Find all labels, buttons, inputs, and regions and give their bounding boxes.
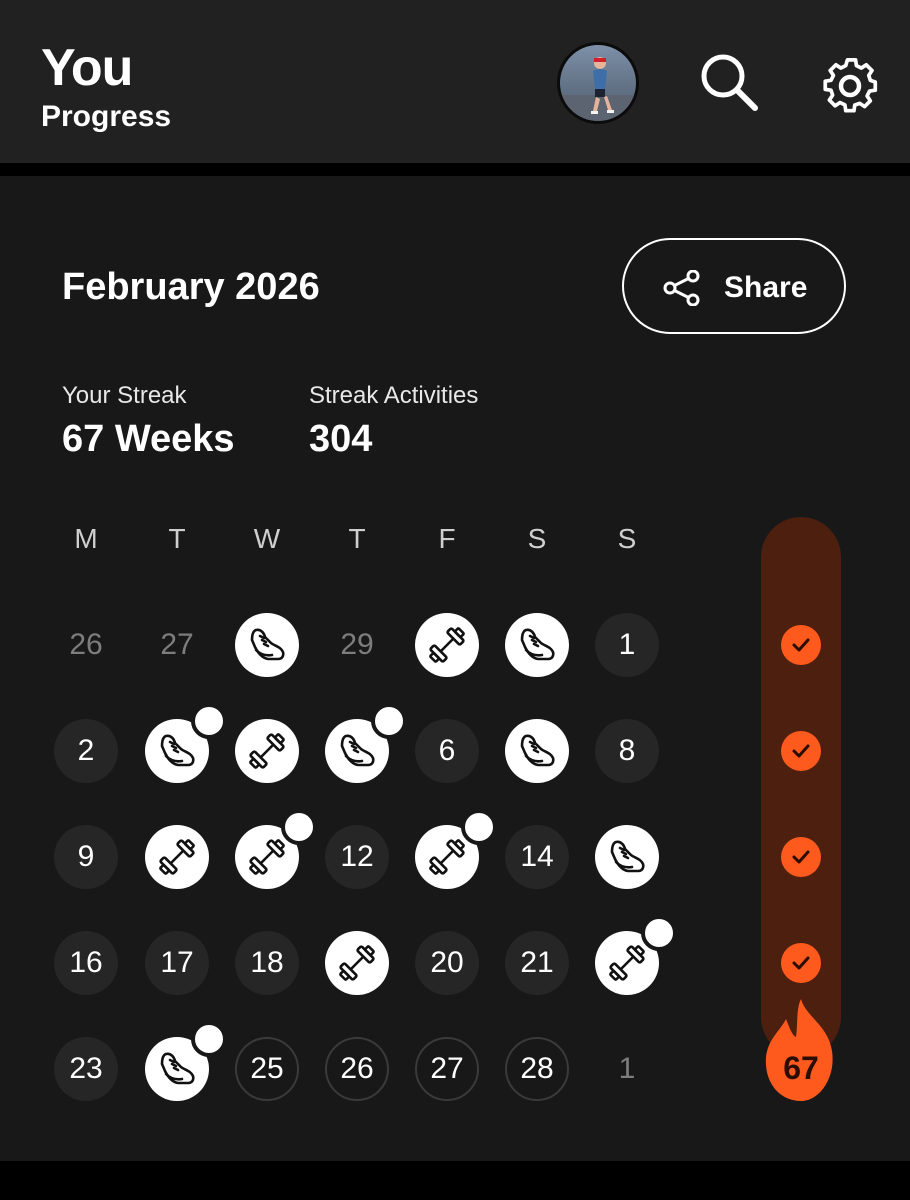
run-shoe-icon (340, 734, 375, 767)
share-icon (663, 270, 700, 306)
calendar-day[interactable]: 12 (325, 825, 389, 889)
weekday-label: M (74, 523, 98, 554)
dumbbell-icon (429, 627, 465, 663)
day-run-activity[interactable] (235, 613, 299, 677)
dumbbell-icon (249, 733, 285, 769)
multiple-activities-badge (461, 809, 497, 845)
weekday-label: F (438, 523, 456, 554)
calendar-day[interactable]: 28 (505, 1037, 569, 1101)
calendar-day[interactable]: 26 (325, 1037, 389, 1101)
multiple-activities-badge (191, 703, 227, 739)
week-complete-check (781, 943, 821, 983)
month-title: February 2026 (62, 266, 320, 308)
calendar-day[interactable]: 1 (595, 613, 659, 677)
day-run-activity[interactable] (595, 825, 659, 889)
calendar-day[interactable]: 8 (595, 719, 659, 783)
check-icon (792, 956, 810, 970)
calendar-day[interactable]: 18 (235, 931, 299, 995)
share-label: Share (724, 271, 808, 304)
weekday-label: T (168, 523, 186, 554)
week-complete-check (781, 731, 821, 771)
dumbbell-icon (159, 839, 195, 875)
calendar-day[interactable]: 14 (505, 825, 569, 889)
page-title: You (41, 39, 133, 97)
day-weight-training-activity[interactable] (145, 825, 209, 889)
weekday-label: S (527, 523, 547, 554)
calendar-day[interactable]: 21 (505, 931, 569, 995)
streak-value: 67 Weeks (62, 418, 235, 460)
calendar-day[interactable]: 29 (325, 613, 389, 677)
run-shoe-icon (160, 734, 195, 767)
calendar-day[interactable]: 16 (54, 931, 118, 995)
multiple-activities-badge (281, 809, 317, 845)
run-shoe-icon (610, 840, 645, 873)
run-shoe-icon (250, 628, 285, 661)
settings-button[interactable] (818, 54, 882, 118)
streak-activities-label: Streak Activities (309, 382, 479, 409)
streak-label: Your Streak (62, 382, 187, 409)
dumbbell-icon (249, 839, 285, 875)
calendar-day[interactable]: 6 (415, 719, 479, 783)
calendar-day[interactable]: 27 (145, 613, 209, 677)
calendar-day[interactable]: 17 (145, 931, 209, 995)
dumbbell-icon (339, 945, 375, 981)
day-run-activity[interactable] (505, 719, 569, 783)
streak-activities-value: 304 (309, 418, 373, 460)
share-button[interactable]: Share (622, 238, 846, 334)
calendar-day[interactable]: 2 (54, 719, 118, 783)
week-complete-check (781, 837, 821, 877)
run-shoe-icon (160, 1052, 195, 1085)
run-shoe-icon (520, 628, 555, 661)
multiple-activities-badge (641, 915, 677, 951)
check-icon (792, 638, 810, 652)
streak-count: 67 (783, 1050, 819, 1086)
avatar[interactable] (557, 42, 639, 124)
multiple-activities-badge (191, 1021, 227, 1057)
search-icon (701, 54, 758, 111)
multiple-activities-badge (371, 703, 407, 739)
dumbbell-icon (429, 839, 465, 875)
weekday-label: W (253, 523, 281, 554)
check-icon (792, 744, 810, 758)
calendar-day[interactable]: 26 (54, 613, 118, 677)
search-button[interactable] (697, 50, 761, 114)
day-weight-training-activity[interactable] (325, 931, 389, 995)
top-app-bar: You Progress (0, 0, 910, 163)
week-complete-check (781, 625, 821, 665)
calendar-day[interactable]: 20 (415, 931, 479, 995)
calendar-day[interactable]: 1 (595, 1037, 659, 1101)
page-subtitle[interactable]: Progress (41, 100, 171, 134)
calendar-day[interactable]: 27 (415, 1037, 479, 1101)
gear-icon (823, 58, 878, 113)
day-weight-training-activity[interactable] (415, 613, 479, 677)
day-run-activity[interactable] (505, 613, 569, 677)
dumbbell-icon (609, 945, 645, 981)
weekday-label: S (617, 523, 637, 554)
calendar-day[interactable]: 25 (235, 1037, 299, 1101)
calendar-day[interactable]: 23 (54, 1037, 118, 1101)
calendar-day[interactable]: 9 (54, 825, 118, 889)
weekday-label: T (348, 523, 366, 554)
day-weight-training-activity[interactable] (235, 719, 299, 783)
run-shoe-icon (520, 734, 555, 767)
check-icon (792, 850, 810, 864)
